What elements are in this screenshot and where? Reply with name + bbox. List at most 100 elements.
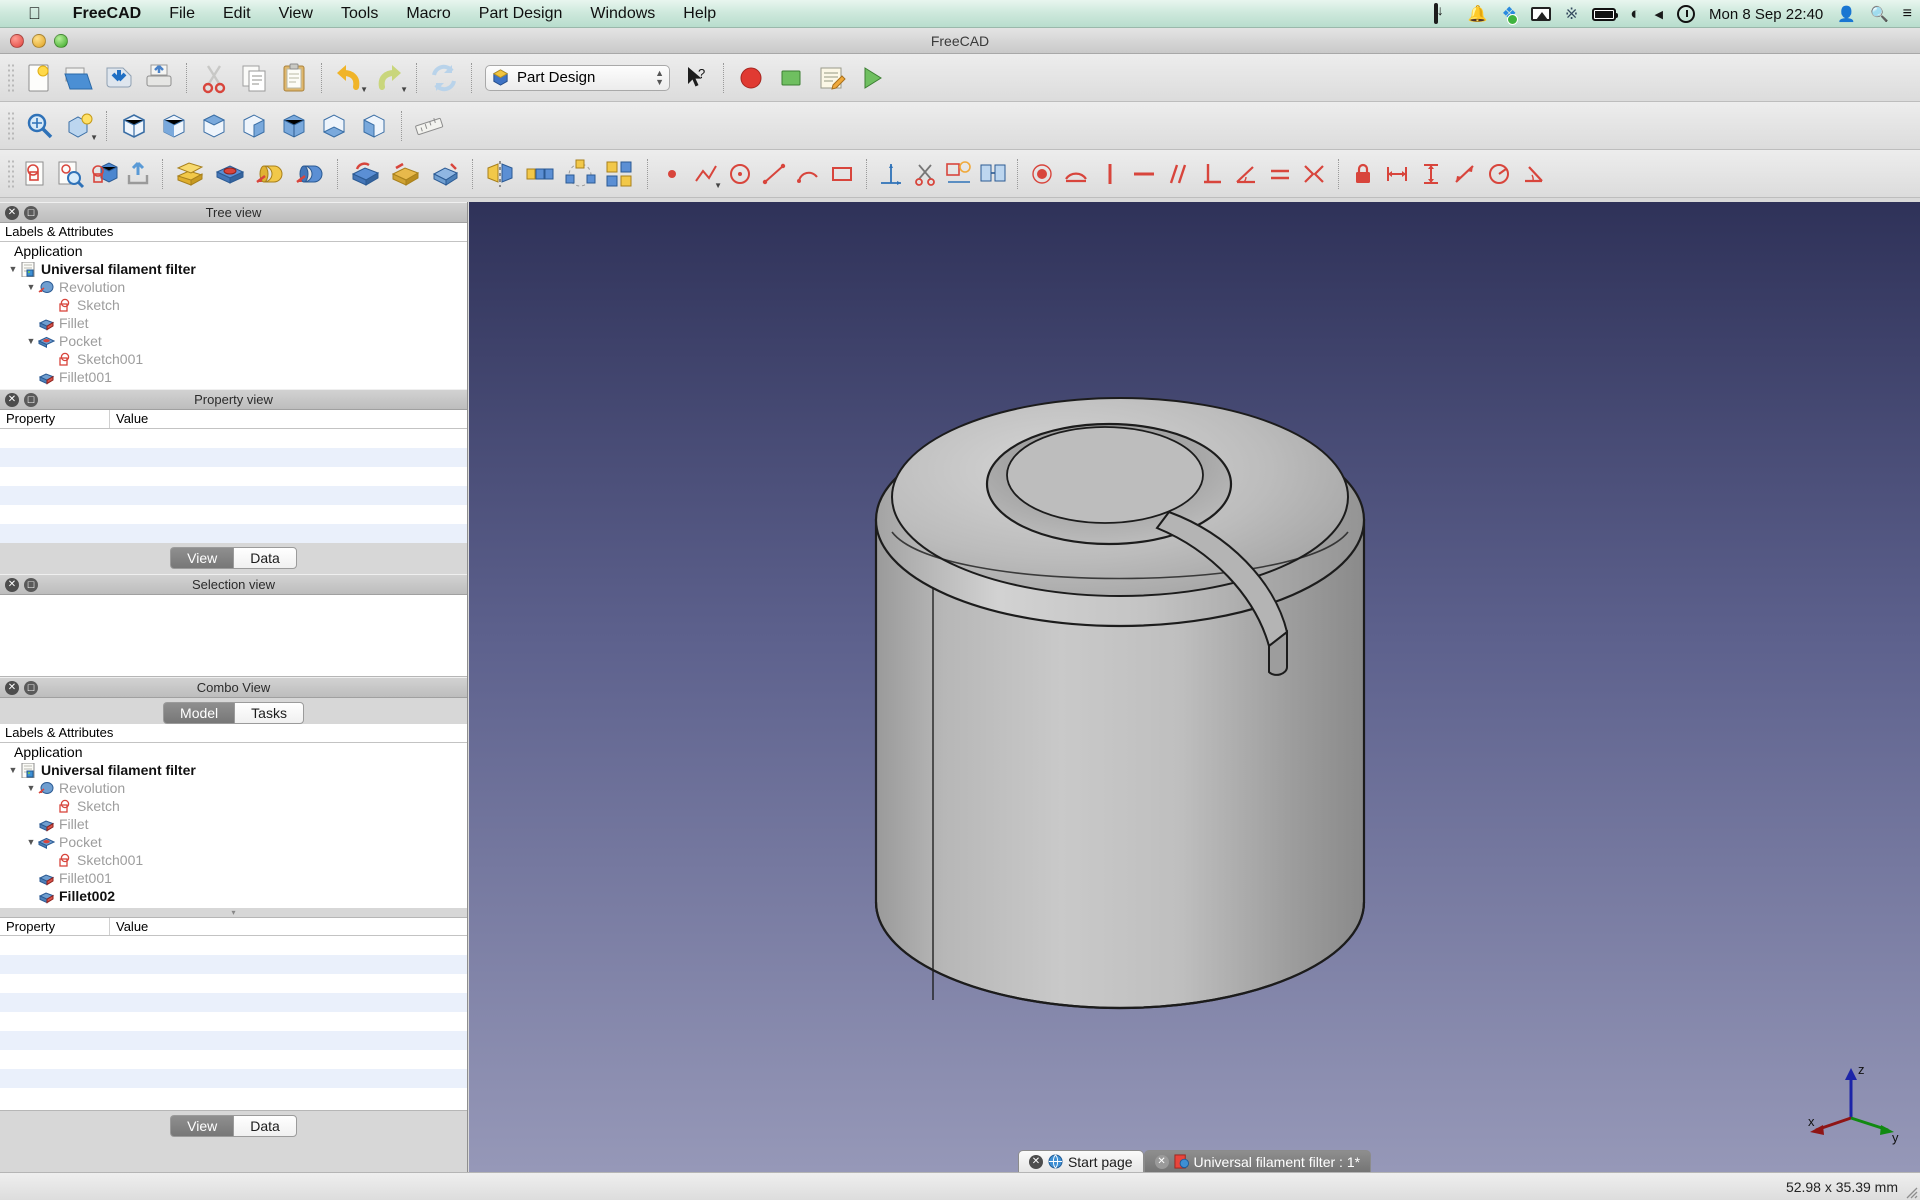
minimize-window-button[interactable] bbox=[32, 34, 46, 48]
tab-tasks[interactable]: Tasks bbox=[234, 702, 304, 724]
workbench-selector[interactable]: Part Design ▲ ▼ bbox=[485, 64, 670, 91]
polyline-button[interactable]: ▼ bbox=[689, 154, 723, 194]
chevron-down-icon[interactable]: ▼ bbox=[714, 181, 722, 190]
map-sketch-button[interactable] bbox=[87, 154, 121, 194]
constrain-distance-y-button[interactable] bbox=[1414, 154, 1448, 194]
linear-pattern-button[interactable] bbox=[520, 154, 560, 194]
property-row[interactable] bbox=[0, 974, 467, 993]
save-document-button[interactable] bbox=[99, 58, 139, 98]
cut-button[interactable] bbox=[194, 58, 234, 98]
menu-item-windows[interactable]: Windows bbox=[576, 0, 669, 28]
tab-data[interactable]: Data bbox=[233, 547, 297, 569]
selection-view-content[interactable] bbox=[0, 595, 467, 677]
3d-model-render[interactable] bbox=[469, 202, 1920, 1172]
constrain-symmetric-button[interactable] bbox=[1297, 154, 1331, 194]
expander-triangle-icon[interactable]: ▼ bbox=[24, 282, 38, 292]
axonometric-view-button[interactable] bbox=[114, 106, 154, 146]
tree-item-fillet002[interactable]: Fillet002 bbox=[0, 887, 467, 905]
constrain-radius-button[interactable] bbox=[1482, 154, 1516, 194]
close-window-button[interactable] bbox=[10, 34, 24, 48]
bottom-view-button[interactable] bbox=[314, 106, 354, 146]
tab-model[interactable]: Model bbox=[163, 702, 235, 724]
draw-style-button[interactable]: ▼ bbox=[59, 106, 99, 146]
3d-viewport[interactable]: z x y bbox=[469, 202, 1920, 1172]
external-geometry-button[interactable] bbox=[942, 154, 976, 194]
multi-transform-button[interactable] bbox=[600, 154, 640, 194]
pocket-button[interactable] bbox=[210, 154, 250, 194]
fillet-button[interactable] bbox=[345, 154, 385, 194]
constrain-perpendicular-button[interactable] bbox=[1195, 154, 1229, 194]
chevron-down-icon[interactable]: ▼ bbox=[90, 133, 98, 142]
print-document-button[interactable] bbox=[139, 58, 179, 98]
right-view-button[interactable] bbox=[234, 106, 274, 146]
float-panel-icon[interactable]: ☐ bbox=[24, 392, 38, 407]
menu-item-help[interactable]: Help bbox=[669, 0, 730, 28]
close-panel-icon[interactable]: ✕ bbox=[5, 577, 19, 592]
battery-icon[interactable] bbox=[1592, 7, 1619, 21]
list-icon[interactable]: ≡ bbox=[1903, 5, 1912, 23]
tree-item-universal-filament-filter[interactable]: ▼ Universal filament filter bbox=[0, 260, 467, 278]
expander-triangle-icon[interactable]: ▼ bbox=[6, 765, 20, 775]
refresh-button[interactable] bbox=[424, 58, 464, 98]
tab-view[interactable]: View bbox=[170, 1115, 234, 1137]
constrain-equal-button[interactable] bbox=[1263, 154, 1297, 194]
menu-item-tools[interactable]: Tools bbox=[327, 0, 392, 28]
edit-sketch-button[interactable] bbox=[53, 154, 87, 194]
tree-view-content[interactable]: Application ▼ Universal filament filter ▼ R… bbox=[0, 242, 467, 403]
macro-stop-button[interactable] bbox=[771, 58, 811, 98]
property-row[interactable] bbox=[0, 1069, 467, 1088]
tree-item-revolution[interactable]: ▼ Revolution bbox=[0, 278, 467, 296]
toolbar-grip[interactable] bbox=[7, 158, 16, 189]
close-panel-icon[interactable]: ✕ bbox=[5, 680, 19, 695]
measure-button[interactable] bbox=[409, 106, 449, 146]
constrain-coincident-button[interactable] bbox=[1025, 154, 1059, 194]
menu-item-view[interactable]: View bbox=[265, 0, 327, 28]
close-tab-icon[interactable]: ✕ bbox=[1154, 1154, 1169, 1169]
resize-grip-icon[interactable] bbox=[1904, 1185, 1918, 1199]
new-document-button[interactable] bbox=[19, 58, 59, 98]
property-view-rows[interactable] bbox=[0, 429, 467, 543]
property-row[interactable] bbox=[0, 448, 467, 467]
property-row[interactable] bbox=[0, 1031, 467, 1050]
chevron-down-icon[interactable]: ▼ bbox=[400, 85, 408, 94]
bell-icon[interactable]: 🔔 bbox=[1468, 4, 1488, 24]
constrain-lock-button[interactable] bbox=[1346, 154, 1380, 194]
constrain-distance-x-button[interactable] bbox=[1380, 154, 1414, 194]
property-row[interactable] bbox=[0, 936, 467, 955]
property-row[interactable] bbox=[0, 429, 467, 448]
timemachine-icon[interactable] bbox=[1677, 5, 1696, 23]
chevron-down-icon[interactable]: ▼ bbox=[360, 85, 368, 94]
property-row[interactable] bbox=[0, 467, 467, 486]
paste-button[interactable] bbox=[274, 58, 314, 98]
property-row[interactable] bbox=[0, 524, 467, 543]
rear-view-button[interactable] bbox=[274, 106, 314, 146]
toolbar-grip[interactable] bbox=[7, 110, 16, 141]
play-icon[interactable]: ◀ bbox=[1655, 8, 1663, 21]
tree-root-application[interactable]: Application bbox=[0, 743, 467, 761]
menu-item-edit[interactable]: Edit bbox=[209, 0, 265, 28]
tree-item-pocket[interactable]: ▼ Pocket bbox=[0, 833, 467, 851]
constrain-angle-button[interactable] bbox=[1229, 154, 1263, 194]
stepper-arrows-icon[interactable]: ▲ ▼ bbox=[655, 68, 664, 87]
chamfer-button[interactable] bbox=[385, 154, 425, 194]
tree-item-fillet[interactable]: Fillet bbox=[0, 815, 467, 833]
top-view-button[interactable] bbox=[194, 106, 234, 146]
dropbox-icon[interactable]: ❖ bbox=[1502, 4, 1519, 25]
mirrored-button[interactable] bbox=[480, 154, 520, 194]
close-tab-icon[interactable]: ✕ bbox=[1028, 1154, 1043, 1169]
expander-triangle-icon[interactable]: ▼ bbox=[6, 264, 20, 274]
property-row[interactable] bbox=[0, 1012, 467, 1031]
tree-item-universal-filament-filter[interactable]: ▼ Universal filament filter bbox=[0, 761, 467, 779]
expander-triangle-icon[interactable]: ▼ bbox=[24, 837, 38, 847]
undo-button[interactable]: ▼ bbox=[329, 58, 369, 98]
tree-item-sketch001[interactable]: Sketch001 bbox=[0, 851, 467, 869]
fit-all-button[interactable] bbox=[19, 106, 59, 146]
redo-button[interactable]: ▼ bbox=[369, 58, 409, 98]
arc-button[interactable] bbox=[791, 154, 825, 194]
constrain-parallel-button[interactable] bbox=[1161, 154, 1195, 194]
tab-data[interactable]: Data bbox=[233, 1115, 297, 1137]
wifi-icon[interactable]: ◐ bbox=[1630, 4, 1640, 24]
combo-property-rows[interactable] bbox=[0, 936, 467, 1111]
polar-pattern-button[interactable] bbox=[560, 154, 600, 194]
toolbar-grip[interactable] bbox=[7, 62, 16, 93]
